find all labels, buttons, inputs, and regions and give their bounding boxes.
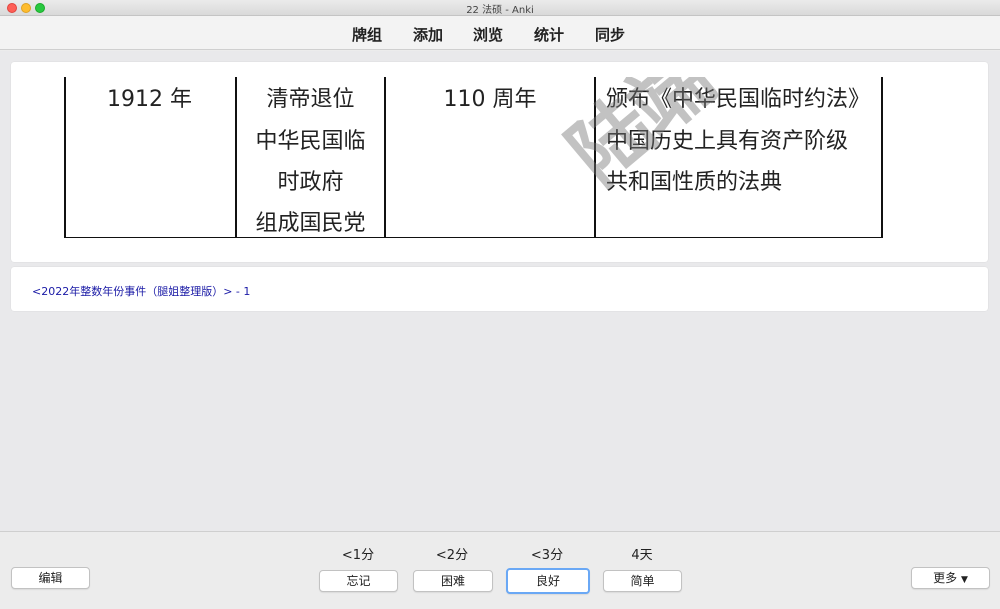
again-button[interactable]: 忘记 [319, 570, 398, 592]
event-line: 时政府 [277, 170, 344, 195]
more-label: 更多 [933, 571, 958, 585]
title-bar: 22 法硕 - Anki [0, 0, 1000, 16]
source-link[interactable]: <2022年整数年份事件（腿姐整理版）> - 1 [32, 283, 250, 299]
caret-down-icon: ▼ [960, 575, 968, 585]
window-title: 22 法硕 - Anki [466, 5, 534, 16]
cell-year: 1912 年 [107, 87, 192, 112]
nav-stats[interactable]: 统计 [534, 24, 564, 45]
more-button[interactable]: 更多 ▼ [911, 567, 990, 589]
interval-again: <1分 [341, 548, 375, 563]
main-toolbar: 牌组 添加 浏览 统计 同步 [0, 16, 1000, 50]
interval-easy: 4天 [631, 548, 653, 563]
good-button[interactable]: 良好 [506, 568, 590, 594]
nav-decks[interactable]: 牌组 [352, 24, 382, 45]
event-line: 中华民国临 [255, 129, 366, 154]
answer-bar: 编辑 <1分 <2分 <3分 4天 忘记 困难 良好 简单 更多 ▼ [0, 531, 1000, 609]
card-source: <2022年整数年份事件（腿姐整理版）> - 1 [11, 267, 988, 311]
review-area: 1912 年 清帝退位 中华民国临 时政府 组成国民党 110 周年 颁布《中华… [0, 51, 1000, 531]
card-table-image: 1912 年 清帝退位 中华民国临 时政府 组成国民党 110 周年 颁布《中华… [32, 77, 945, 238]
nav-sync[interactable]: 同步 [595, 24, 625, 45]
interval-good: <3分 [530, 548, 564, 563]
event-line: 组成国民党 [255, 211, 366, 236]
card-answer: 1912 年 清帝退位 中华民国临 时政府 组成国民党 110 周年 颁布《中华… [11, 62, 988, 262]
nav-browse[interactable]: 浏览 [473, 24, 503, 45]
cell-event: 清帝退位 中华民国临 时政府 组成国民党 [237, 77, 384, 238]
table-border [881, 77, 883, 238]
event-line: 清帝退位 [266, 87, 355, 112]
easy-button[interactable]: 简单 [603, 570, 682, 592]
hard-button[interactable]: 困难 [413, 570, 493, 592]
edit-button[interactable]: 编辑 [11, 567, 90, 589]
nav-add[interactable]: 添加 [413, 24, 443, 45]
interval-hard: <2分 [435, 548, 469, 563]
